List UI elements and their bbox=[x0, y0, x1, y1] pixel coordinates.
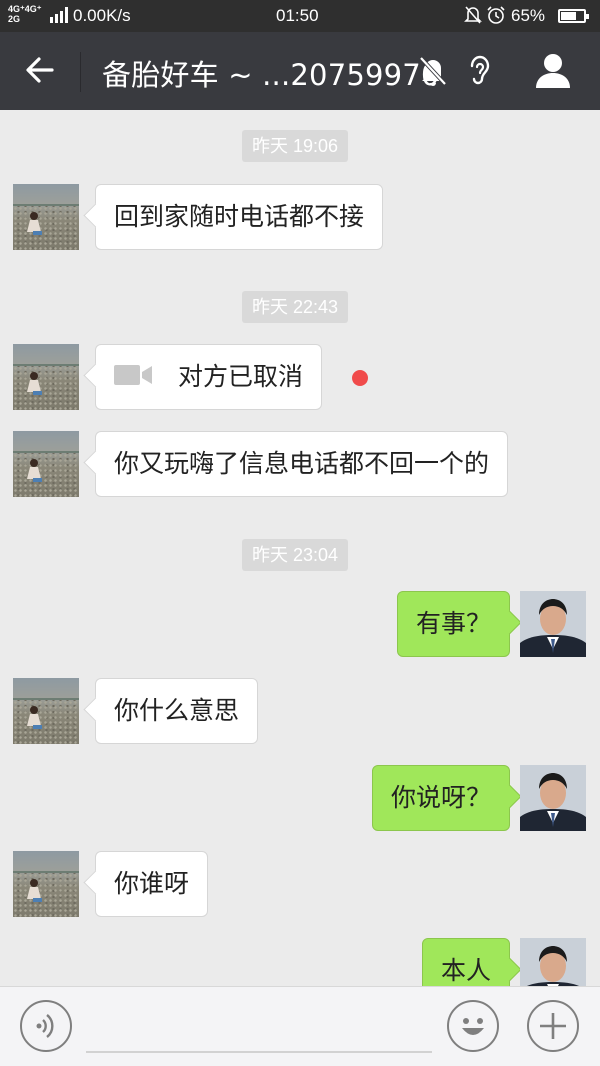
outgoing-message[interactable]: 你说呀？ bbox=[371, 765, 510, 831]
back-arrow-icon[interactable] bbox=[22, 52, 58, 88]
alarm-clock-icon bbox=[487, 6, 506, 24]
chat-header: 备胎好车 ~ ...20759970 bbox=[0, 32, 600, 110]
network-speed: 0.00K/s bbox=[73, 6, 131, 25]
emoji-button[interactable] bbox=[447, 1000, 499, 1052]
mute-notifications-icon bbox=[419, 56, 447, 86]
timestamp: 昨天 22:43 bbox=[242, 291, 349, 323]
unread-dot bbox=[352, 370, 368, 386]
message-list[interactable]: 昨天 19:06 回到家随时电话都不接 昨天 22:43 对方已取消 你又玩嗨了… bbox=[0, 110, 600, 986]
my-avatar[interactable] bbox=[520, 938, 586, 986]
chat-title: 备胎好车 ~ ...20759970 bbox=[102, 58, 440, 92]
contact-avatar[interactable] bbox=[13, 344, 79, 410]
outgoing-message[interactable]: 本人 bbox=[421, 938, 510, 986]
incoming-message[interactable]: 你又玩嗨了信息电话都不回一个的 bbox=[95, 431, 509, 497]
battery-icon bbox=[558, 9, 589, 23]
ear-icon[interactable] bbox=[466, 52, 494, 90]
clock: 01:50 bbox=[276, 6, 319, 25]
outgoing-message[interactable]: 有事？ bbox=[396, 591, 510, 657]
battery-level bbox=[561, 12, 576, 20]
contact-avatar[interactable] bbox=[13, 678, 79, 744]
contact-avatar[interactable] bbox=[13, 851, 79, 917]
status-bar: 4G⁺4G⁺ 2G 0.00K/s 01:50 65% bbox=[0, 0, 600, 32]
network-indicator: 4G⁺4G⁺ 2G bbox=[8, 4, 42, 24]
call-status-text: 对方已取消 bbox=[178, 362, 304, 391]
timestamp: 昨天 19:06 bbox=[242, 130, 349, 162]
signal-bars-icon bbox=[50, 7, 68, 23]
contact-avatar[interactable] bbox=[13, 184, 79, 250]
message-input-field[interactable] bbox=[86, 1051, 432, 1053]
voice-input-button[interactable] bbox=[20, 1000, 72, 1052]
timestamp: 昨天 23:04 bbox=[242, 539, 349, 571]
video-call-message[interactable]: 对方已取消 bbox=[95, 344, 323, 410]
my-avatar[interactable] bbox=[520, 765, 586, 831]
battery-percent: 65% bbox=[511, 6, 546, 25]
my-avatar[interactable] bbox=[520, 591, 586, 657]
input-bar bbox=[0, 986, 600, 1066]
header-divider bbox=[80, 52, 81, 92]
video-camera-icon bbox=[114, 365, 152, 385]
voice-icon bbox=[36, 1014, 54, 1038]
chat-info-person-icon[interactable] bbox=[533, 50, 573, 90]
incoming-message[interactable]: 你什么意思 bbox=[95, 678, 259, 744]
incoming-message[interactable]: 你谁呀 bbox=[95, 851, 209, 917]
contact-avatar[interactable] bbox=[13, 431, 79, 497]
incoming-message[interactable]: 回到家随时电话都不接 bbox=[95, 184, 384, 250]
more-options-button[interactable] bbox=[527, 1000, 579, 1052]
smiley-icon bbox=[462, 1018, 484, 1035]
bell-off-status-icon bbox=[464, 6, 482, 24]
plus-icon bbox=[540, 1013, 566, 1039]
